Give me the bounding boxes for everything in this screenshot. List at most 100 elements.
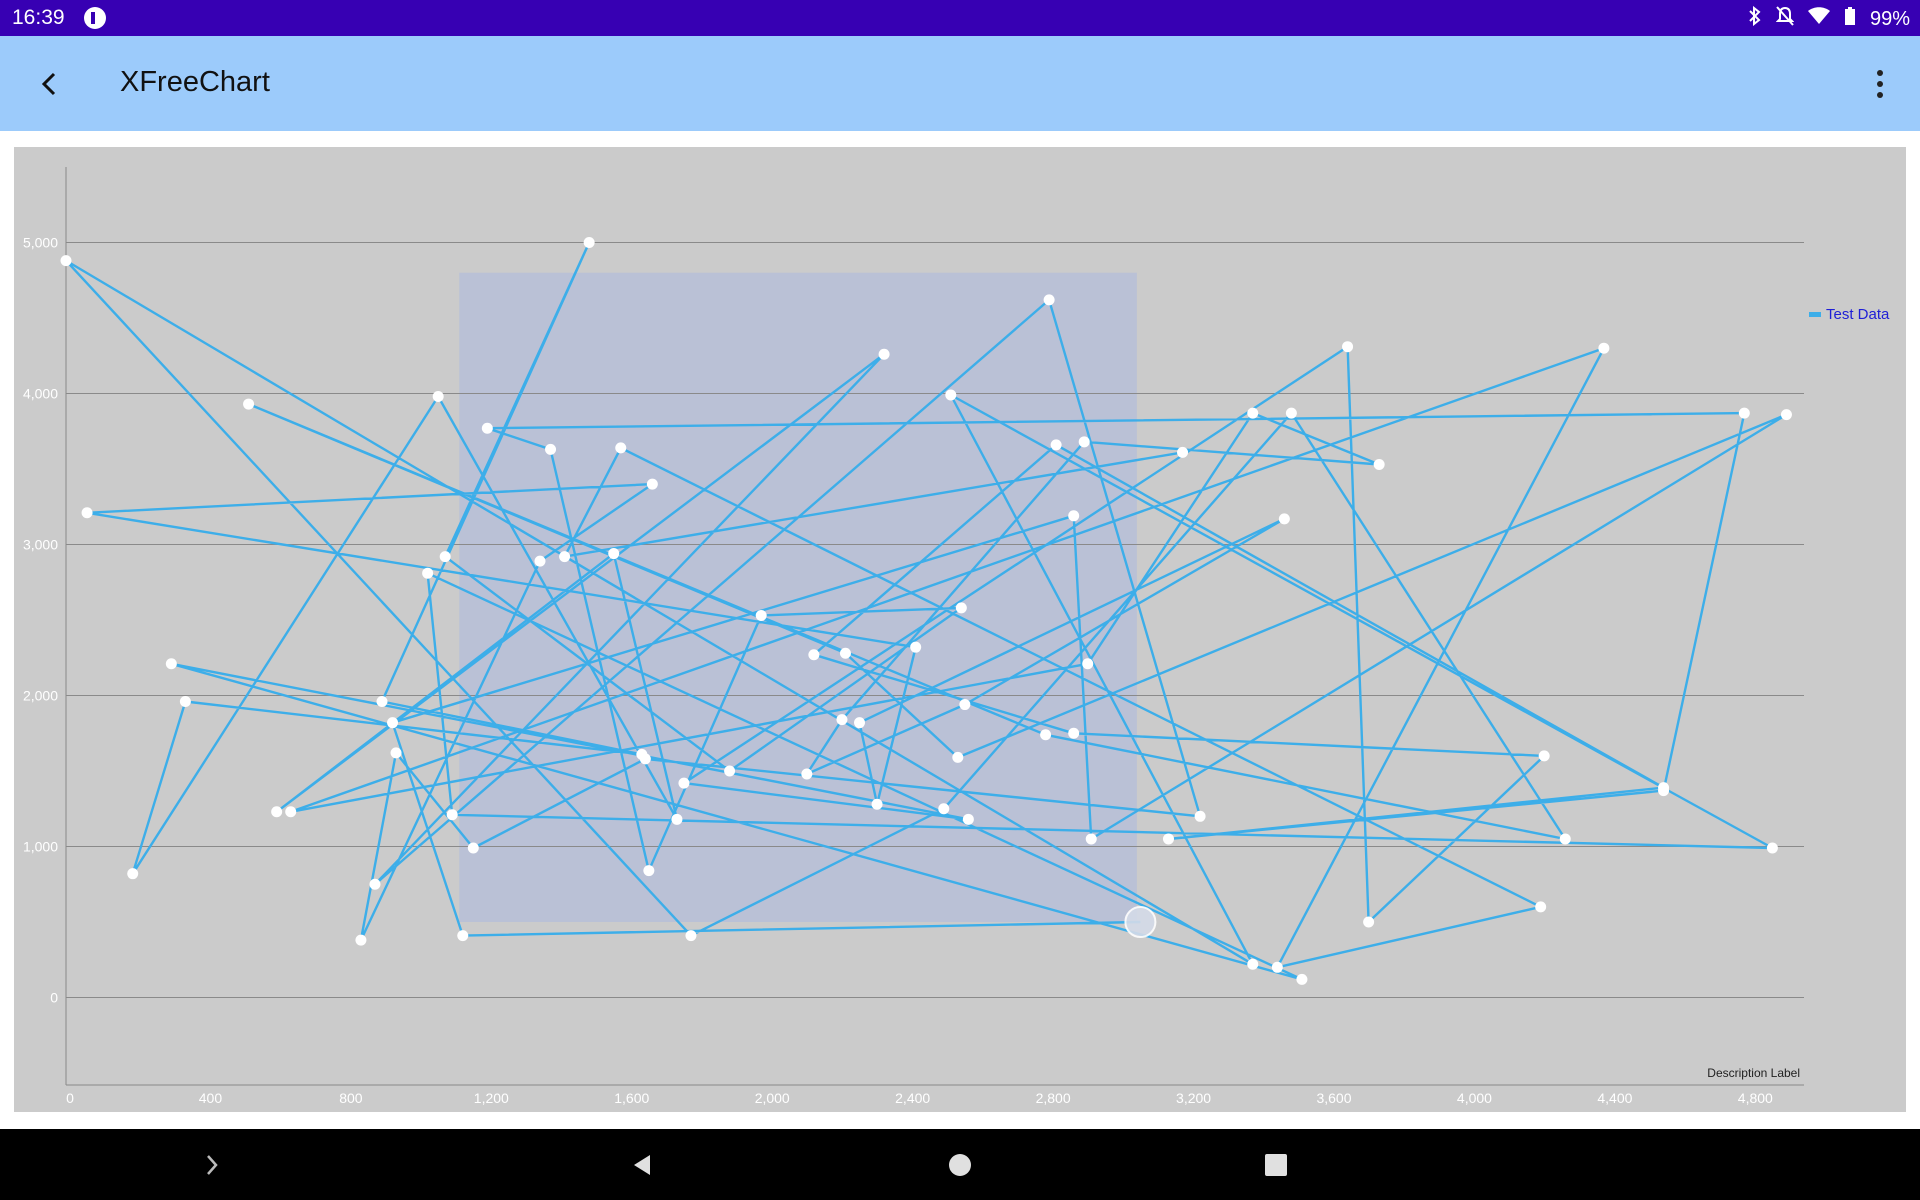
home-circle-icon[interactable] bbox=[942, 1147, 978, 1183]
back-triangle-icon[interactable] bbox=[624, 1147, 660, 1183]
data-point bbox=[376, 696, 388, 708]
data-point bbox=[671, 813, 683, 825]
data-point bbox=[1162, 833, 1174, 845]
back-arrow-icon[interactable] bbox=[30, 64, 70, 104]
data-point bbox=[534, 555, 546, 567]
data-point bbox=[1085, 833, 1097, 845]
data-point bbox=[583, 237, 595, 248]
data-point bbox=[1050, 439, 1062, 451]
data-point bbox=[446, 809, 458, 821]
y-tick-label: 4,000 bbox=[23, 386, 58, 402]
data-point bbox=[1296, 973, 1308, 985]
data-point bbox=[615, 442, 627, 454]
data-point bbox=[643, 865, 655, 877]
y-tick-label: 3,000 bbox=[23, 537, 58, 553]
data-point bbox=[724, 765, 736, 777]
status-icons: 99% bbox=[1748, 5, 1910, 32]
data-point bbox=[1598, 342, 1610, 354]
app-bar: XFreeChart bbox=[0, 36, 1920, 131]
recents-square-icon[interactable] bbox=[1258, 1147, 1294, 1183]
data-point bbox=[422, 567, 434, 579]
x-tick-label: 2,800 bbox=[1036, 1090, 1071, 1106]
x-tick-label: 800 bbox=[339, 1090, 363, 1106]
x-tick-label: 400 bbox=[199, 1090, 223, 1106]
data-point bbox=[1247, 407, 1259, 419]
data-point bbox=[962, 813, 974, 825]
battery-percent: 99% bbox=[1869, 7, 1910, 30]
x-tick-label: 2,000 bbox=[755, 1090, 790, 1106]
data-point bbox=[685, 930, 697, 942]
data-point bbox=[646, 478, 658, 490]
line-chart[interactable]: 0 1,000 2,000 3,000 4,000 5,000 0 400 800 1,200 1,… bbox=[14, 147, 1906, 1112]
data-point bbox=[1342, 341, 1354, 353]
x-tick-label: 4,800 bbox=[1738, 1090, 1773, 1106]
x-tick-label: 3,200 bbox=[1176, 1090, 1211, 1106]
bluetooth-icon bbox=[1748, 5, 1762, 32]
data-point bbox=[910, 641, 922, 653]
x-tick-label: 1,200 bbox=[474, 1090, 509, 1106]
data-point bbox=[1068, 510, 1080, 522]
data-point bbox=[1766, 842, 1778, 854]
data-point bbox=[945, 389, 957, 401]
data-point bbox=[1278, 513, 1290, 525]
description-label: Description Label bbox=[1707, 1066, 1800, 1080]
y-tick-label: 1,000 bbox=[23, 839, 58, 855]
data-point bbox=[355, 934, 367, 946]
data-point bbox=[952, 751, 964, 763]
data-point bbox=[165, 658, 177, 670]
status-bar: 16:39 99% bbox=[0, 0, 1920, 36]
x-tick-label: 4,400 bbox=[1597, 1090, 1632, 1106]
data-point bbox=[808, 649, 820, 661]
x-tick-label: 4,000 bbox=[1457, 1090, 1492, 1106]
more-vert-icon[interactable] bbox=[1860, 64, 1900, 104]
y-tick-label: 2,000 bbox=[23, 688, 58, 704]
chevron-right-icon[interactable] bbox=[194, 1147, 230, 1183]
data-point bbox=[390, 747, 402, 759]
data-point bbox=[243, 398, 255, 410]
data-point bbox=[1040, 729, 1052, 741]
data-point bbox=[1247, 958, 1259, 970]
data-point bbox=[854, 717, 866, 729]
wifi-icon bbox=[1807, 7, 1830, 31]
battery-icon bbox=[1844, 6, 1856, 32]
notifications-off-icon bbox=[1775, 6, 1795, 32]
data-point bbox=[639, 753, 651, 765]
navigation-bar bbox=[0, 1129, 1920, 1200]
data-point bbox=[878, 348, 890, 360]
data-point bbox=[1082, 658, 1094, 670]
data-point bbox=[559, 551, 571, 563]
data-point bbox=[1535, 901, 1547, 913]
data-point bbox=[959, 699, 971, 711]
app-notification-icon bbox=[84, 7, 106, 29]
data-point bbox=[271, 806, 283, 818]
data-point bbox=[457, 930, 469, 942]
data-point bbox=[839, 647, 851, 659]
data-point bbox=[432, 391, 444, 403]
data-point bbox=[871, 798, 883, 810]
x-tick-label: 2,400 bbox=[895, 1090, 930, 1106]
status-time: 16:39 bbox=[12, 6, 65, 29]
data-point bbox=[1271, 961, 1283, 973]
y-tick-label: 0 bbox=[50, 990, 58, 1006]
data-point bbox=[938, 803, 950, 815]
data-point bbox=[1078, 436, 1090, 448]
data-point bbox=[755, 609, 767, 621]
data-point bbox=[439, 551, 451, 563]
data-point bbox=[1177, 446, 1189, 458]
data-point bbox=[1538, 750, 1550, 762]
x-tick-label: 1,600 bbox=[614, 1090, 649, 1106]
data-point bbox=[955, 602, 967, 614]
data-point bbox=[1658, 785, 1670, 797]
data-point bbox=[1194, 810, 1206, 822]
data-point bbox=[678, 777, 690, 789]
legend-label: Test Data bbox=[1826, 306, 1890, 323]
data-point bbox=[179, 696, 191, 708]
data-point bbox=[1738, 407, 1750, 419]
data-point bbox=[369, 878, 381, 890]
y-tick-label: 5,000 bbox=[23, 235, 58, 251]
data-point bbox=[1780, 409, 1792, 421]
data-point bbox=[285, 806, 297, 818]
data-point bbox=[1373, 458, 1385, 470]
legend-swatch bbox=[1809, 312, 1821, 317]
data-point bbox=[467, 842, 479, 854]
